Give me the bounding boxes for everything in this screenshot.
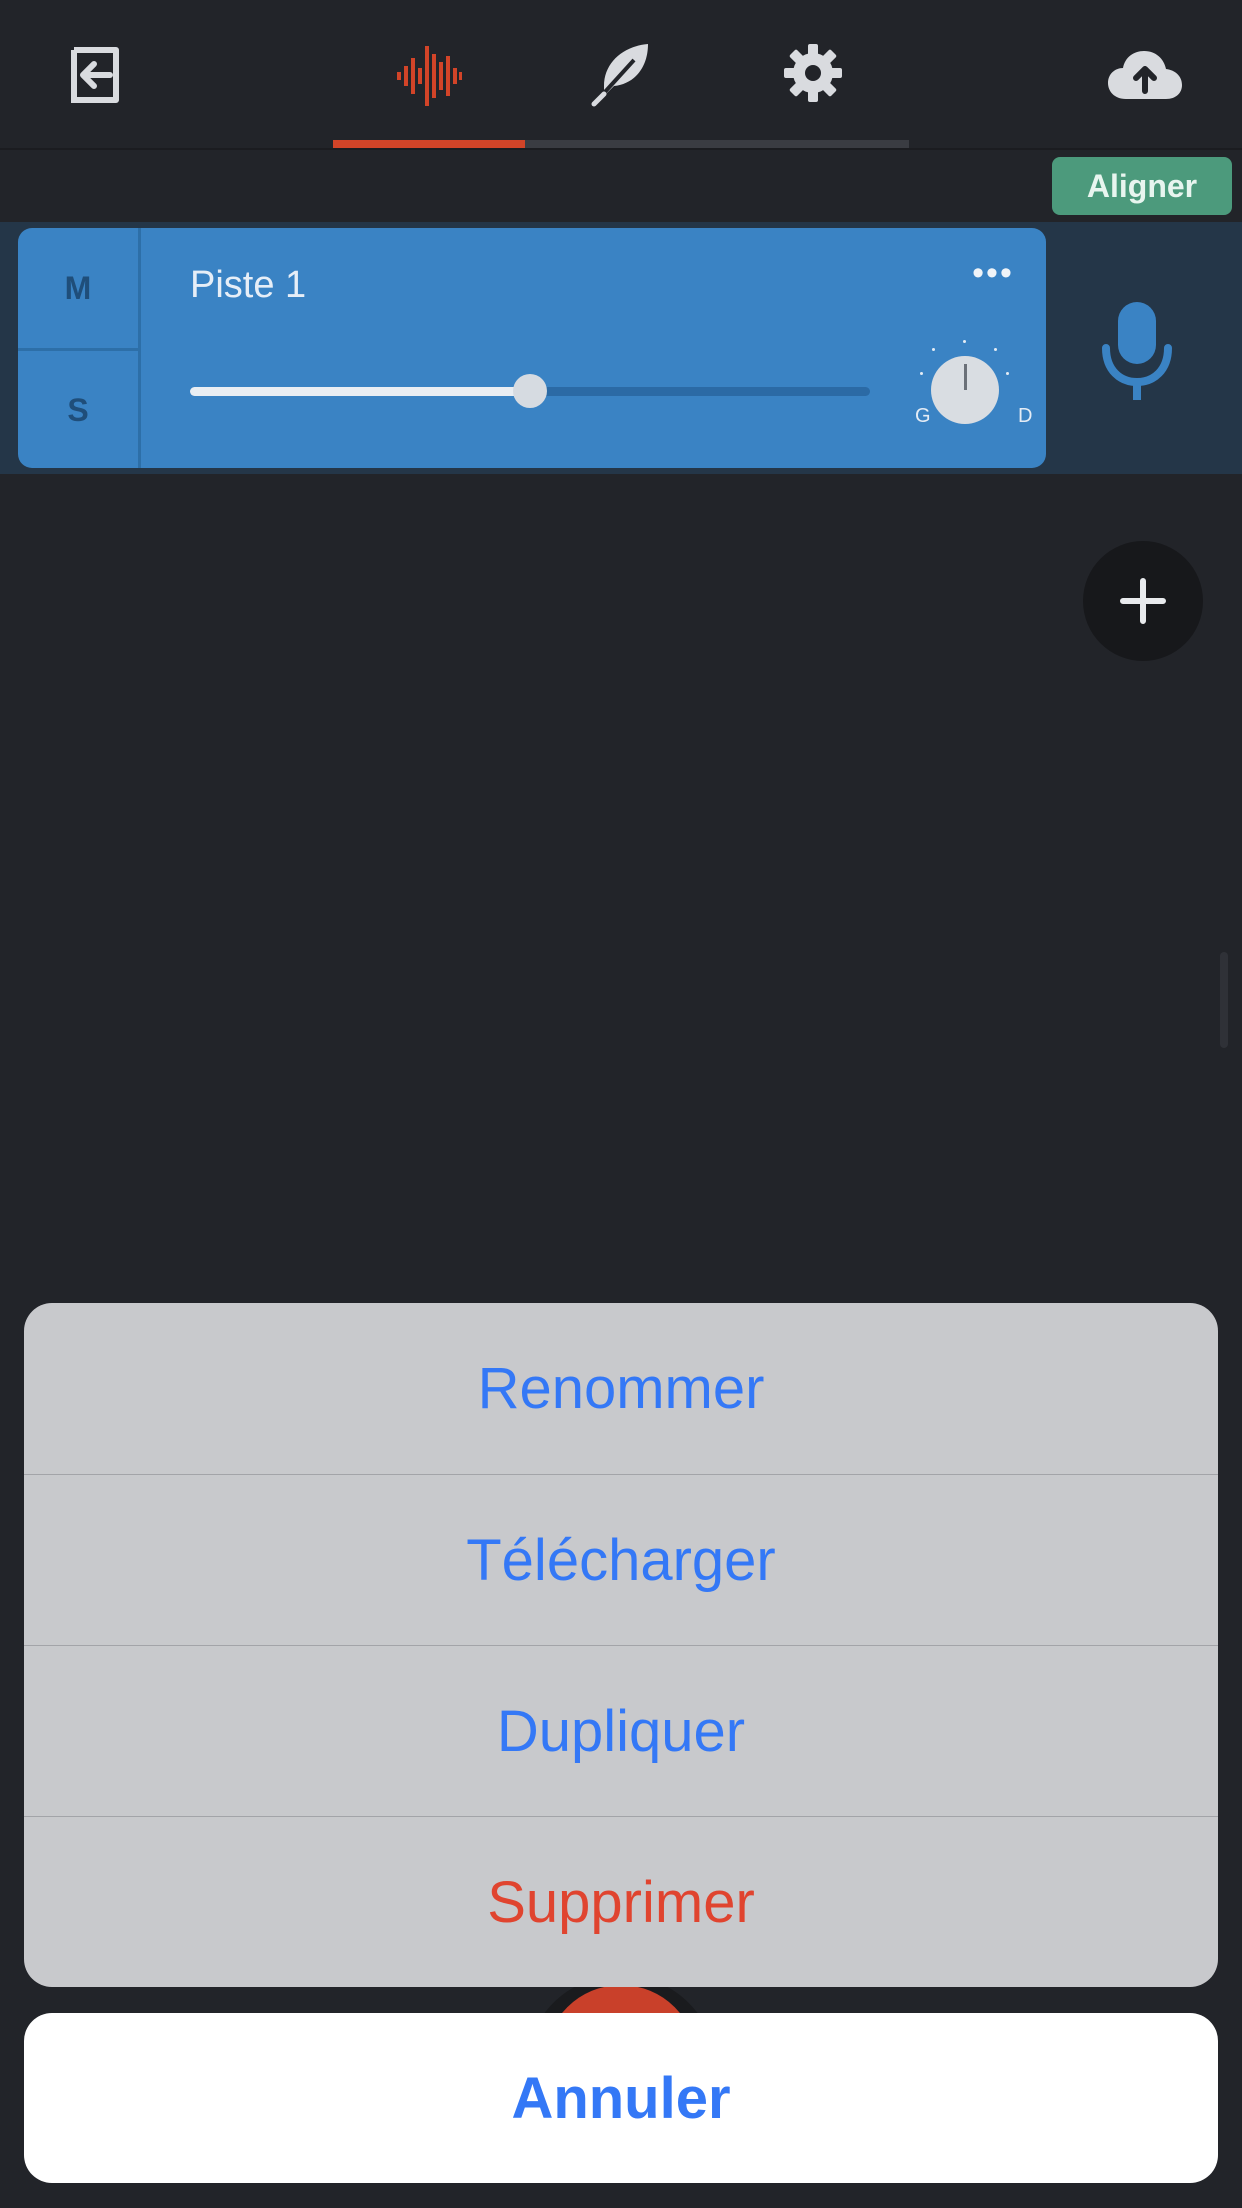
download-option[interactable]: Télécharger	[24, 1474, 1218, 1646]
add-track-button[interactable]	[1083, 541, 1203, 661]
gear-icon[interactable]	[782, 42, 844, 104]
feather-icon[interactable]	[588, 40, 656, 108]
pan-right-label: D	[1018, 405, 1033, 427]
scroll-indicator[interactable]	[1220, 952, 1228, 1048]
tab-indicator-active	[333, 140, 525, 148]
cancel-button[interactable]: Annuler	[24, 2013, 1218, 2183]
cloud-upload-icon[interactable]	[1108, 48, 1182, 102]
more-options-button[interactable]: •••	[968, 254, 1018, 292]
align-button[interactable]: Aligner	[1052, 157, 1232, 215]
microphone-icon[interactable]	[1080, 296, 1206, 411]
track-card[interactable]: M S Piste 1 ••• G D	[18, 228, 1046, 468]
pan-knob-indicator	[964, 364, 967, 390]
volume-slider-fill	[190, 387, 530, 396]
mute-solo-column: M S	[18, 228, 141, 468]
rename-option[interactable]: Renommer	[24, 1303, 1218, 1474]
top-toolbar	[0, 0, 1242, 150]
action-sheet: Renommer Télécharger Dupliquer Supprimer	[24, 1303, 1218, 1987]
volume-slider-thumb[interactable]	[513, 374, 547, 408]
pan-knob[interactable]	[931, 356, 999, 424]
delete-option[interactable]: Supprimer	[24, 1816, 1218, 1987]
plus-icon	[1120, 578, 1166, 624]
duplicate-option[interactable]: Dupliquer	[24, 1645, 1218, 1817]
pan-left-label: G	[915, 405, 931, 427]
solo-button[interactable]: S	[18, 350, 138, 468]
mute-button[interactable]: M	[18, 228, 138, 351]
track-name: Piste 1	[190, 264, 307, 306]
waveform-icon[interactable]	[395, 42, 463, 110]
exit-icon[interactable]	[62, 42, 128, 108]
